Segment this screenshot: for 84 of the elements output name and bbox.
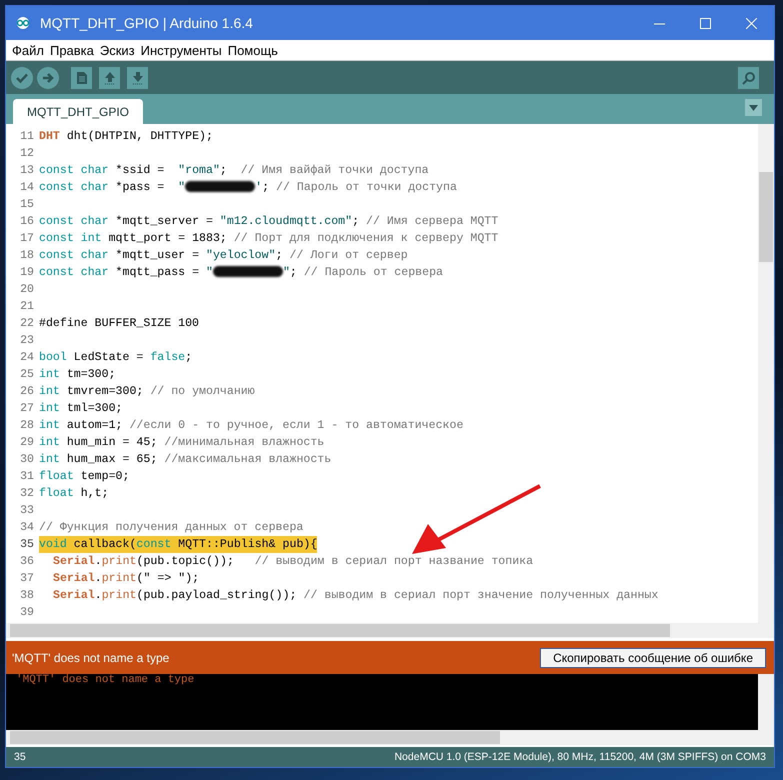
code-line: Serial.print(pub.payload_string()); // выводим в сериал порт значение полученных данных bbox=[52, 588, 658, 604]
console-horizontal-scrollbar[interactable] bbox=[6, 730, 774, 745]
line-indicator: 35 bbox=[14, 751, 26, 763]
arrow-right-icon bbox=[41, 70, 55, 84]
line-number: 26 bbox=[19, 384, 35, 400]
line-number: 13 bbox=[19, 163, 35, 179]
document-icon bbox=[76, 70, 88, 84]
code-line: bool LedState = false; bbox=[39, 350, 192, 366]
maximize-icon bbox=[700, 18, 710, 28]
magnifier-icon bbox=[742, 70, 756, 84]
code-line: const char *ssid = "roma"; // Имя вайфай точки доступа bbox=[39, 163, 429, 179]
code-line: int tm=300; bbox=[39, 367, 116, 383]
window-title: MQTT_DHT_GPIO | Arduino 1.6.4 bbox=[40, 15, 254, 31]
code-line: #define BUFFER_SIZE 100 bbox=[39, 316, 200, 332]
file-tab[interactable]: MQTT_DHT_GPIO bbox=[13, 99, 144, 124]
vertical-scrollbar[interactable] bbox=[758, 124, 774, 623]
code-line: int tmvrem=300; // по умолчанию bbox=[39, 384, 255, 400]
code-line: int autom=1; //если 0 - то ручное, если 1 - то автоматическое bbox=[39, 418, 464, 434]
line-number: 23 bbox=[19, 333, 35, 349]
line-number: 22 bbox=[19, 316, 35, 332]
redacted-blur bbox=[212, 266, 283, 278]
line-number: 15 bbox=[19, 197, 35, 213]
arrow-down-icon bbox=[132, 70, 144, 84]
menu-item[interactable]: Инструменты bbox=[138, 42, 225, 58]
code-line: int tml=300; bbox=[39, 401, 122, 417]
line-number: 34 bbox=[19, 520, 35, 536]
line-number: 38 bbox=[19, 588, 35, 604]
redacted-blur bbox=[185, 181, 256, 192]
line-number: 36 bbox=[19, 554, 35, 570]
horizontal-scrollbar[interactable] bbox=[6, 623, 774, 638]
line-number: 27 bbox=[19, 401, 35, 417]
code-line: const char *mqtt_server = "m12.cloudmqtt.com"; // Имя сервера MQTT bbox=[39, 214, 498, 230]
arrow-up-icon bbox=[104, 70, 116, 84]
new-sketch-button[interactable] bbox=[71, 66, 92, 88]
tab-menu-button[interactable] bbox=[745, 99, 762, 116]
menu-item[interactable]: Помощь bbox=[224, 42, 281, 58]
code-line: Serial.print(" => "); bbox=[52, 571, 200, 587]
code-line: int hum_min = 45; //минимальная влажность bbox=[39, 435, 324, 451]
line-number: 32 bbox=[19, 486, 35, 502]
code-line: // Функция получения данных от сервера bbox=[39, 520, 304, 536]
line-number: 31 bbox=[19, 469, 35, 485]
line-number: 37 bbox=[19, 571, 35, 587]
save-button[interactable] bbox=[127, 66, 148, 88]
line-number: 35 bbox=[19, 537, 35, 553]
line-number: 19 bbox=[19, 265, 35, 281]
line-number: 25 bbox=[19, 367, 35, 383]
line-number: 17 bbox=[19, 231, 35, 247]
code-line: const int mqtt_port = 1883; // Порт для подключения к серверу MQTT bbox=[39, 231, 498, 247]
line-number: 20 bbox=[19, 282, 35, 298]
code-line: float temp=0; bbox=[39, 469, 130, 485]
line-number: 12 bbox=[19, 146, 35, 162]
line-number: 24 bbox=[19, 350, 35, 366]
close-icon bbox=[746, 18, 756, 28]
line-number: 21 bbox=[19, 299, 35, 315]
error-message: 'MQTT' does not name a type bbox=[12, 650, 170, 664]
copy-error-button[interactable]: Скопировать сообщение об ошибке bbox=[540, 648, 766, 668]
menu-item[interactable]: Файл bbox=[9, 42, 47, 58]
console-line: 'MQTT' does not name a type bbox=[16, 674, 196, 687]
line-number: 33 bbox=[19, 503, 35, 519]
code-line: const char *mqtt_user = "yeloclow"; // Логи от сервер bbox=[39, 248, 408, 264]
line-number: 29 bbox=[19, 435, 35, 451]
line-number: 16 bbox=[19, 214, 35, 230]
menu-item[interactable]: Правка bbox=[46, 42, 97, 58]
app-logo-icon bbox=[14, 17, 32, 29]
line-number: 11 bbox=[19, 129, 35, 145]
line-number: 14 bbox=[19, 180, 35, 196]
line-number: 28 bbox=[19, 418, 35, 434]
caret-down-icon bbox=[749, 104, 758, 110]
line-number: 39 bbox=[19, 605, 35, 621]
code-line: const char *mqtt_pass = " "; // Пароль от сервера bbox=[39, 265, 443, 281]
line-number: 18 bbox=[19, 248, 35, 264]
verify-button[interactable] bbox=[11, 66, 33, 88]
menu-item[interactable]: Эскиз bbox=[96, 42, 138, 58]
board-info: NodeMCU 1.0 (ESP-12E Module), 80 MHz, 115200, 4M (3M SPIFFS) on COM3 bbox=[394, 751, 766, 763]
code-line: DHT dht(DHTPIN, DHTTYPE); bbox=[39, 129, 213, 145]
code-line: const char *pass = " '; // Пароль от точки доступа bbox=[39, 180, 457, 196]
serial-monitor-button[interactable] bbox=[738, 66, 759, 88]
line-number: 30 bbox=[19, 452, 35, 468]
code-line: int hum_max = 65; //максимальная влажность bbox=[39, 452, 332, 468]
open-button[interactable] bbox=[99, 66, 120, 88]
upload-button[interactable] bbox=[37, 66, 59, 88]
code-line: Serial.print(pub.topic()); // выводим в сериал порт название топика bbox=[52, 554, 534, 570]
code-line: float h,t; bbox=[39, 486, 109, 502]
console-scrollbar[interactable] bbox=[758, 674, 774, 730]
